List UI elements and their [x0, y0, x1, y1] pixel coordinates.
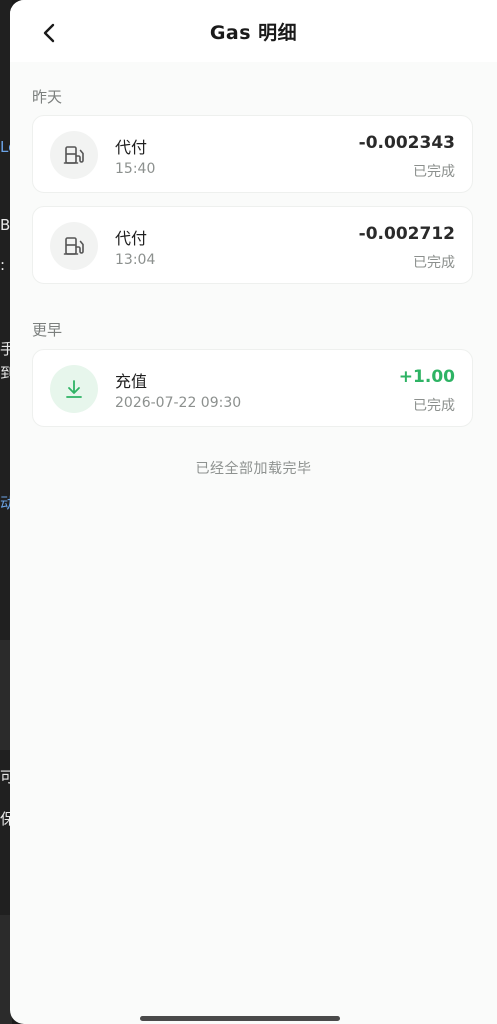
transaction-row[interactable]: 充值 2026-07-22 09:30 +1.00 已完成: [32, 349, 473, 427]
gas-pump-icon: [63, 237, 84, 255]
page-title: Gas 明细: [209, 22, 298, 44]
transaction-status: 已完成: [413, 164, 455, 180]
transaction-avatar: [50, 131, 98, 179]
transaction-title: 充值: [115, 372, 148, 391]
transaction-status: 已完成: [413, 255, 455, 271]
transaction-time: 13:04: [115, 252, 156, 268]
nav-bar: Gas 明细: [10, 0, 497, 62]
gas-pump-icon: [63, 146, 84, 164]
transaction-amount: -0.002712: [358, 224, 455, 244]
list-end-text: 已经全部加载完毕: [195, 461, 312, 477]
transaction-amount: -0.002343: [358, 133, 455, 153]
transaction-row[interactable]: 代付 15:40 -0.002343 已完成: [32, 115, 473, 193]
transaction-avatar: [50, 222, 98, 270]
transaction-status: 已完成: [413, 398, 455, 414]
deposit-arrow-icon: [66, 380, 82, 398]
transaction-amount: +1.00: [398, 367, 455, 387]
transaction-time: 2026-07-22 09:30: [115, 395, 242, 411]
section-label-yesterday: 昨天: [32, 88, 63, 106]
home-indicator[interactable]: [140, 1016, 340, 1021]
transaction-title: 代付: [115, 229, 148, 248]
gas-detail-sheet: Gas 明细 昨天 代付 15:40 -0.002343 已完成 代付 13:0…: [10, 0, 497, 1024]
transaction-title: 代付: [115, 138, 148, 157]
transaction-row[interactable]: 代付 13:04 -0.002712 已完成: [32, 206, 473, 284]
section-label-earlier: 更早: [32, 321, 63, 339]
transaction-avatar: [50, 365, 98, 413]
transaction-time: 15:40: [115, 161, 156, 177]
